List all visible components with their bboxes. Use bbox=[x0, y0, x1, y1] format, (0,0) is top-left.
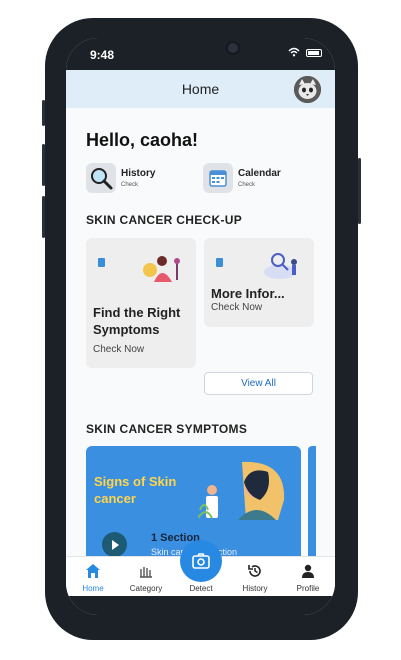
tab-profile[interactable]: Profile bbox=[283, 557, 333, 597]
symptoms-card-heading: Find the Right Symptoms bbox=[93, 305, 181, 337]
tab-home[interactable]: Home bbox=[68, 557, 118, 597]
wifi-icon bbox=[288, 47, 300, 60]
home-content: Hello, caoha! History Check Calendar Che… bbox=[66, 108, 335, 580]
checkup-section-title: SKIN CANCER CHECK-UP bbox=[86, 213, 243, 227]
front-camera bbox=[226, 41, 240, 55]
volume-down-button bbox=[42, 196, 45, 238]
symptoms-section-title: SKIN CANCER SYMPTOMS bbox=[86, 422, 248, 436]
book-icon bbox=[216, 258, 223, 267]
status-time: 9:48 bbox=[90, 48, 115, 62]
calendar-shortcut[interactable]: Calendar Check bbox=[203, 163, 303, 193]
symptoms-card[interactable]: Find the Right Symptoms Check Now bbox=[86, 238, 196, 368]
promo-title: Signs of Skin cancer bbox=[94, 474, 177, 506]
more-info-card[interactable]: More Infor... Check Now bbox=[204, 238, 314, 327]
tab-history[interactable]: History bbox=[230, 557, 280, 597]
play-button[interactable] bbox=[102, 532, 127, 557]
symptoms-card-action[interactable]: Check Now bbox=[93, 344, 144, 355]
phone-screen: 9:48 Home Hello, caoha! History Check Ca… bbox=[66, 38, 335, 615]
home-icon bbox=[86, 564, 100, 578]
person-icon bbox=[302, 564, 314, 578]
volume-up-button bbox=[42, 144, 45, 186]
history-shortcut[interactable]: History Check bbox=[86, 163, 176, 193]
calendar-shortcut-label: Calendar bbox=[238, 168, 281, 179]
camera-icon bbox=[192, 553, 210, 569]
research-illustration-icon bbox=[264, 253, 297, 279]
device-bottom-bezel bbox=[66, 596, 335, 615]
notch bbox=[136, 38, 266, 60]
more-info-card-heading: More Infor... bbox=[211, 286, 285, 301]
book-icon bbox=[98, 258, 105, 267]
tab-history-label: History bbox=[242, 584, 268, 593]
history-icon bbox=[248, 565, 261, 577]
avatar[interactable] bbox=[294, 76, 321, 103]
app-bar: Home bbox=[66, 70, 335, 108]
tab-profile-label: Profile bbox=[296, 584, 320, 593]
detect-button[interactable] bbox=[180, 540, 222, 582]
greeting-text: Hello, caoha! bbox=[86, 130, 199, 150]
mute-switch bbox=[42, 100, 45, 126]
category-icon bbox=[140, 567, 152, 578]
woman-illustration-icon bbox=[198, 461, 285, 520]
history-shortcut-sub: Check bbox=[121, 182, 139, 188]
tab-home-label: Home bbox=[82, 584, 104, 593]
tab-category[interactable]: Category bbox=[121, 557, 171, 597]
tab-category-label: Category bbox=[129, 584, 163, 593]
cat-avatar-icon bbox=[294, 76, 321, 103]
power-button bbox=[358, 158, 361, 224]
view-all-button[interactable]: View All bbox=[204, 372, 313, 395]
status-bar: 9:48 bbox=[66, 38, 335, 70]
calendar-icon bbox=[203, 163, 233, 193]
more-info-card-action[interactable]: Check Now bbox=[211, 302, 262, 313]
tab-detect-label: Detect bbox=[189, 584, 213, 593]
history-shortcut-label: History bbox=[121, 168, 156, 179]
battery-icon bbox=[306, 49, 322, 57]
magnifier-icon bbox=[86, 163, 116, 193]
doctor-illustration-icon bbox=[143, 256, 180, 282]
calendar-shortcut-sub: Check bbox=[238, 182, 256, 188]
